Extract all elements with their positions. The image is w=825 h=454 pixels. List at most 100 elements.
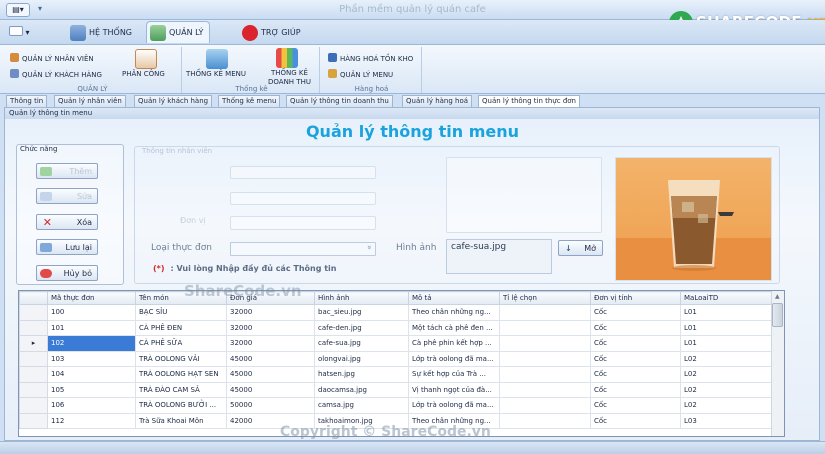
row-header[interactable] xyxy=(19,350,48,367)
table-cell[interactable]: Cốc xyxy=(590,304,681,321)
row-header[interactable] xyxy=(19,397,48,414)
tab-quan-ly-khach-hang[interactable]: Quản lý khách hàng xyxy=(134,95,213,107)
table-cell[interactable]: 103 xyxy=(47,350,136,367)
tab-tro-giup[interactable]: TRỢ GIÚP xyxy=(238,21,308,43)
table-cell[interactable] xyxy=(499,366,591,383)
tab-he-thong[interactable]: HỆ THỐNG xyxy=(66,21,139,43)
table-cell[interactable]: camsa.jpg xyxy=(314,397,409,414)
row-header[interactable] xyxy=(19,412,48,429)
table-row[interactable]: ▸ 102 CÀ PHÊ SỮA 32000 cafe-sua.jpg Cà phê ph… xyxy=(19,335,773,352)
table-cell[interactable]: Cốc xyxy=(590,381,681,398)
table-cell[interactable]: TRÀ ĐÀO CAM SẢ xyxy=(135,381,227,398)
open-image-button[interactable]: ↓ Mở xyxy=(558,240,603,256)
save-button[interactable]: Lưu lại xyxy=(36,239,98,255)
tab-quan-ly-hang-hoa[interactable]: Quản lý hàng hoá xyxy=(402,95,473,107)
manage-menu-button[interactable]: QUẢN LÝ MENU xyxy=(328,69,393,79)
table-cell[interactable] xyxy=(499,350,591,367)
tab-thuc-don[interactable]: Quản lý thông tin thực đơn xyxy=(478,95,580,107)
row-header[interactable] xyxy=(19,381,48,398)
table-cell[interactable]: 45000 xyxy=(226,381,315,398)
table-cell[interactable] xyxy=(499,412,591,429)
table-cell[interactable]: 50000 xyxy=(226,397,315,414)
table-cell[interactable]: 101 xyxy=(47,319,136,336)
table-cell[interactable]: Cốc xyxy=(590,335,681,352)
image-path-field[interactable]: cafe-sua.jpg xyxy=(446,239,552,274)
table-cell[interactable]: Lớp trà oolong đã ma... xyxy=(408,397,500,414)
table-cell[interactable]: 104 xyxy=(47,366,136,383)
tab-quan-ly-nhan-vien[interactable]: Quản lý nhân viên xyxy=(54,95,126,107)
ghost-description-box[interactable] xyxy=(446,157,602,233)
row-header[interactable] xyxy=(19,366,48,383)
table-cell[interactable]: 32000 xyxy=(226,335,315,352)
table-cell[interactable]: Cốc xyxy=(590,319,681,336)
table-row[interactable]: 103 TRÀ OOLONG VẢI 45000 olongvai.jpg Lớp tr… xyxy=(19,350,773,367)
table-cell[interactable]: L02 xyxy=(680,350,773,367)
table-cell[interactable]: 112 xyxy=(47,412,136,429)
row-header[interactable]: ▸ xyxy=(19,335,48,352)
table-cell[interactable] xyxy=(499,319,591,336)
ghost-field-3[interactable] xyxy=(230,216,376,230)
table-row[interactable]: 106 TRÀ OOLONG BƯỞI ... 50000 camsa.jpg Lớp … xyxy=(19,397,773,414)
table-cell[interactable]: hatsen.jpg xyxy=(314,366,409,383)
table-cell[interactable]: TRÀ OOLONG VẢI xyxy=(135,350,227,367)
table-cell[interactable]: CÀ PHÊ SỮA xyxy=(135,335,227,352)
menu-type-select[interactable] xyxy=(230,242,376,256)
menu-stats-button[interactable]: THỐNG KÊ MENU xyxy=(186,70,246,78)
tab-quan-ly[interactable]: QUẢN LÝ xyxy=(146,21,211,43)
table-cell[interactable] xyxy=(499,397,591,414)
table-cell[interactable]: Theo chân những ng... xyxy=(408,304,500,321)
table-cell[interactable]: CÀ PHÊ ĐEN xyxy=(135,319,227,336)
tab-thong-tin[interactable]: Thông tin xyxy=(6,95,48,107)
table-cell[interactable]: 45000 xyxy=(226,350,315,367)
cancel-button[interactable]: Hủy bỏ xyxy=(36,265,98,281)
table-cell[interactable]: 32000 xyxy=(226,319,315,336)
manage-customer-button[interactable]: QUẢN LÝ KHÁCH HÀNG xyxy=(10,69,102,79)
table-cell[interactable]: L02 xyxy=(680,381,773,398)
row-header[interactable] xyxy=(19,304,48,321)
col-header[interactable]: Đơn vị tính xyxy=(590,291,681,305)
grid-scroll-thumb[interactable] xyxy=(772,303,783,327)
table-cell[interactable]: daocamsa.jpg xyxy=(314,381,409,398)
tab-doanh-thu[interactable]: Quản lý thông tin doanh thu xyxy=(286,95,393,107)
col-header[interactable]: Tỉ lệ chọn xyxy=(499,291,591,305)
table-row[interactable]: 105 TRÀ ĐÀO CAM SẢ 45000 daocamsa.jpg Vị tha… xyxy=(19,381,773,398)
table-cell[interactable]: L01 xyxy=(680,335,773,352)
table-row[interactable]: 100 BẠC SỈU 32000 bac_sieu.jpg Theo chân nhữ… xyxy=(19,304,773,321)
table-cell[interactable] xyxy=(499,381,591,398)
table-cell[interactable]: Cốc xyxy=(590,366,681,383)
row-header[interactable] xyxy=(19,319,48,336)
table-cell[interactable]: Cốc xyxy=(590,350,681,367)
table-cell[interactable]: cafe-den.jpg xyxy=(314,319,409,336)
table-cell[interactable]: Một tách cà phê đen ... xyxy=(408,319,500,336)
add-button[interactable]: Thêm xyxy=(36,163,98,179)
table-row[interactable]: 104 TRÀ OOLONG HẠT SEN 45000 hatsen.jpg Sự k… xyxy=(19,366,773,383)
table-cell[interactable]: L02 xyxy=(680,397,773,414)
table-cell[interactable]: olongvai.jpg xyxy=(314,350,409,367)
col-header[interactable]: Hình ảnh xyxy=(314,291,409,305)
table-cell[interactable]: 102 xyxy=(47,335,136,352)
edit-button[interactable]: Sửa xyxy=(36,188,98,204)
inventory-button[interactable]: HÀNG HOÁ TỒN KHO xyxy=(328,53,413,63)
table-cell[interactable] xyxy=(499,304,591,321)
table-cell[interactable]: 105 xyxy=(47,381,136,398)
table-cell[interactable]: BẠC SỈU xyxy=(135,304,227,321)
table-row[interactable]: 101 CÀ PHÊ ĐEN 32000 cafe-den.jpg Một tách c… xyxy=(19,319,773,336)
assign-button[interactable]: PHÂN CÔNG xyxy=(122,70,165,78)
table-cell[interactable]: Cốc xyxy=(590,412,681,429)
delete-button[interactable]: ✕ Xóa xyxy=(36,214,98,230)
col-header[interactable]: MaLoaiTD xyxy=(680,291,773,305)
ribbon-tab-app[interactable]: ▾ xyxy=(4,21,40,43)
table-cell[interactable]: L01 xyxy=(680,319,773,336)
table-cell[interactable]: L01 xyxy=(680,304,773,321)
table-cell[interactable]: TRÀ OOLONG HẠT SEN xyxy=(135,366,227,383)
table-cell[interactable]: bac_sieu.jpg xyxy=(314,304,409,321)
tab-thong-ke-menu[interactable]: Thống kê menu xyxy=(218,95,281,107)
table-cell[interactable] xyxy=(499,335,591,352)
table-cell[interactable]: Sự kết hợp của Trà ... xyxy=(408,366,500,383)
table-cell[interactable]: Vị thanh ngọt của đà... xyxy=(408,381,500,398)
table-cell[interactable]: 45000 xyxy=(226,366,315,383)
ghost-field-1[interactable] xyxy=(230,166,376,179)
table-cell[interactable]: TRÀ OOLONG BƯỞI ... xyxy=(135,397,227,414)
table-cell[interactable]: L02 xyxy=(680,366,773,383)
table-cell[interactable]: Trà Sữa Khoai Môn xyxy=(135,412,227,429)
